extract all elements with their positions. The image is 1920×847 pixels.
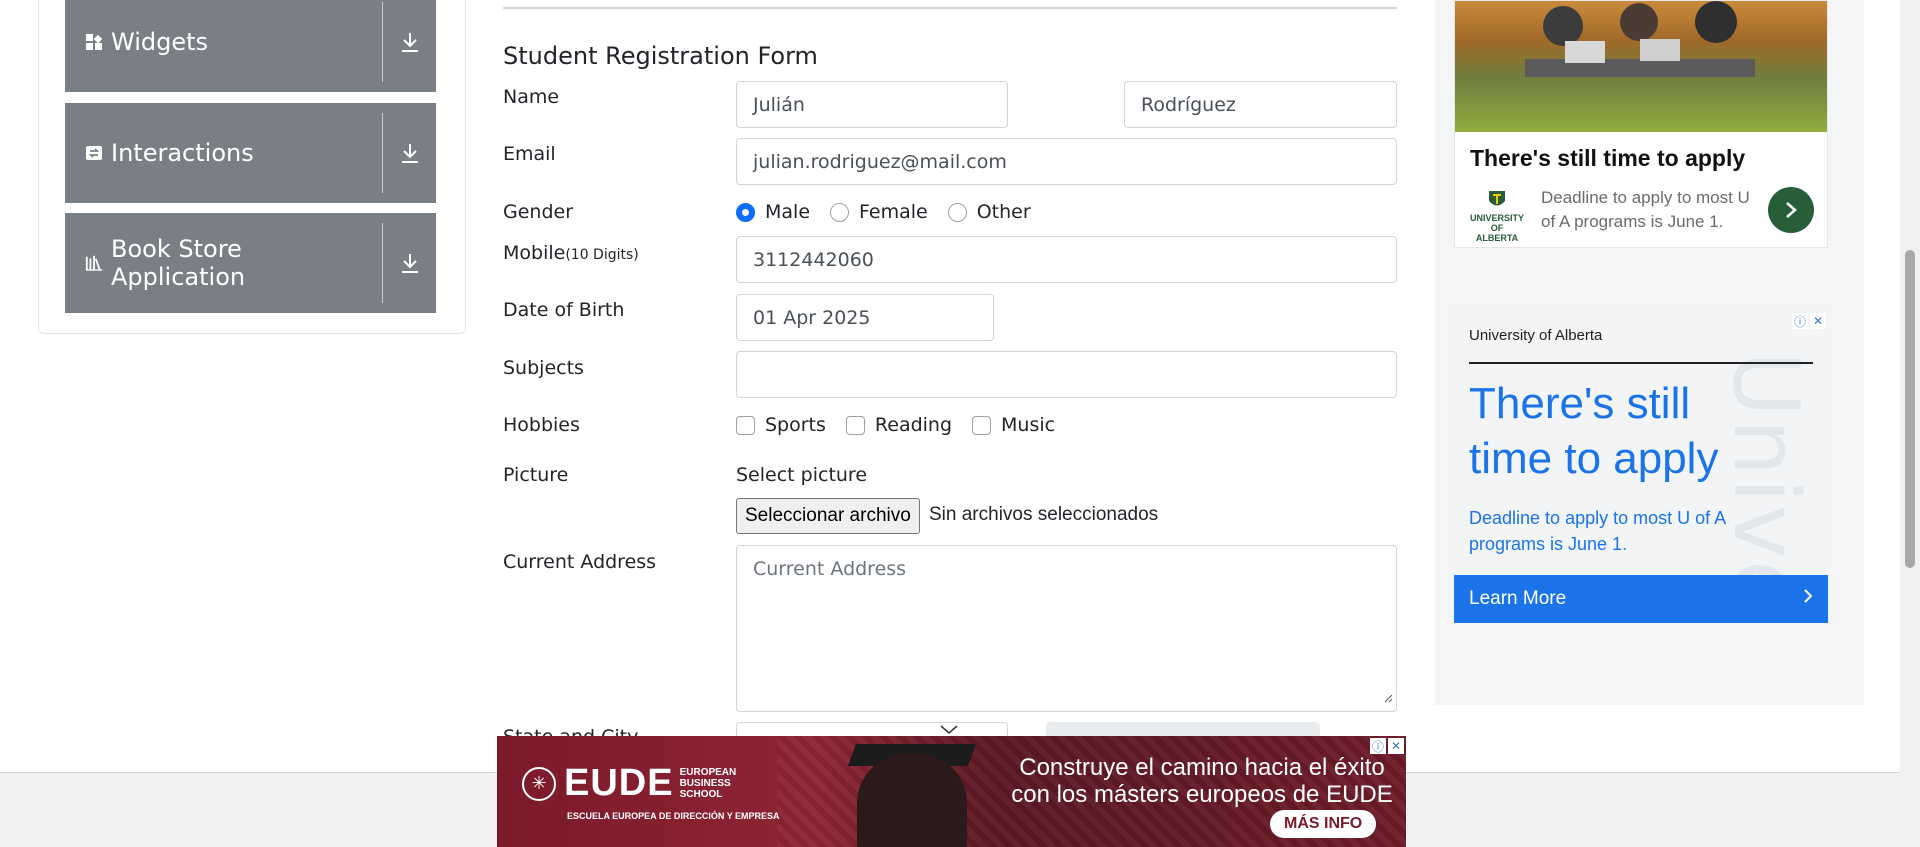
eude-wordmark: EUDE	[564, 762, 674, 804]
subjects-label: Subjects	[503, 357, 584, 379]
checkbox[interactable]	[972, 415, 992, 435]
eude-side-text: EUROPEAN BUSINESS SCHOOL	[679, 767, 737, 800]
ualberta-logo: UNIVERSITY OF ALBERTA	[1469, 189, 1525, 243]
hobby-option-label: Sports	[765, 414, 826, 436]
mobile-label: Mobile(10 Digits)	[503, 242, 639, 264]
bottom-banner-ad[interactable]: ✳ EUDE EUROPEAN BUSINESS SCHOOL ESCUELA …	[497, 736, 1406, 847]
mobile-label-text: Mobile	[503, 242, 566, 264]
ad-rule	[1469, 362, 1813, 364]
section-divider	[503, 7, 1397, 9]
ad-body: Deadline to apply to most U of A program…	[1541, 188, 1750, 231]
textarea-placeholder: Current Address	[753, 558, 907, 580]
sidebar-group-interactions[interactable]: Interactions	[65, 103, 436, 203]
ad-controls: ⓘ ✕	[1370, 738, 1404, 754]
ad-university-alberta-card[interactable]: There's still time to apply UNIVERSITY O…	[1454, 0, 1828, 248]
scrollbar-thumb[interactable]	[1905, 250, 1915, 568]
email-label: Email	[503, 143, 556, 165]
current-address-label: Current Address	[503, 551, 657, 573]
ad-university-alberta-display[interactable]: Unive University of Alberta There's stil…	[1454, 311, 1828, 623]
current-address-textarea[interactable]: Current Address	[736, 545, 1397, 712]
ad-close-icon[interactable]: ✕	[1388, 738, 1404, 754]
checkbox[interactable]	[736, 415, 755, 435]
choose-file-button[interactable]: Seleccionar archivo	[736, 498, 920, 534]
ad-info-icon[interactable]: ⓘ	[1370, 738, 1386, 754]
book-store-icon	[85, 254, 103, 272]
select-picture-text: Select picture	[736, 464, 868, 486]
ad-controls: ⓘ ✕	[1792, 313, 1826, 329]
gender-option-label: Female	[859, 201, 928, 223]
ad-next-button[interactable]	[1768, 187, 1814, 233]
gender-option-label: Male	[765, 201, 811, 223]
group-title[interactable]: Interactions	[65, 103, 382, 203]
banner-message: Construye el camino hacia el éxito con l…	[1011, 754, 1393, 808]
hobby-sports-option[interactable]: Sports	[736, 414, 826, 436]
hobby-option-label: Reading	[874, 414, 953, 436]
group-label: Widgets	[111, 28, 209, 56]
mobile-input[interactable]: 3112442060	[736, 236, 1397, 283]
email-input[interactable]: julian.rodriguez@mail.com	[736, 138, 1397, 185]
hobby-music-option[interactable]: Music	[972, 414, 1055, 436]
ad-headline[interactable]: There's still time to apply	[1470, 145, 1745, 172]
gender-options: Male Female Other	[736, 201, 1051, 223]
name-label: Name	[503, 86, 560, 108]
picture-label: Picture	[503, 464, 569, 486]
interactions-icon	[85, 144, 103, 162]
group-title[interactable]: Widgets	[65, 0, 382, 92]
gender-male-option[interactable]: Male	[736, 201, 810, 223]
eude-tagline: ESCUELA EUROPEA DE DIRECCIÓN Y EMPRESA	[567, 811, 780, 821]
mas-info-button[interactable]: MÁS INFO	[1270, 810, 1377, 838]
gender-label: Gender	[503, 201, 574, 223]
ad-close-icon[interactable]: ✕	[1810, 313, 1826, 329]
radio-button[interactable]	[830, 202, 850, 222]
download-icon[interactable]	[383, 103, 436, 203]
mobile-hint: (10 Digits)	[565, 247, 639, 263]
ad-headline[interactable]: There's still time to apply	[1469, 376, 1769, 486]
first-name-input[interactable]: Julián	[736, 81, 1008, 128]
eude-emblem-icon: ✳	[522, 766, 556, 801]
ad-info-icon[interactable]: ⓘ	[1792, 313, 1808, 329]
ad-body: Deadline to apply to most U of A program…	[1469, 508, 1726, 554]
group-label: Book Store Application	[111, 235, 246, 291]
hobbies-label: Hobbies	[503, 414, 580, 436]
gender-option-label: Other	[976, 201, 1031, 223]
sidebar-group-widgets[interactable]: Widgets	[65, 0, 436, 92]
ad-brand: University of Alberta	[1469, 327, 1603, 344]
hobby-option-label: Music	[1001, 414, 1056, 436]
group-title[interactable]: Book Store Application	[65, 213, 382, 313]
download-icon[interactable]	[383, 213, 436, 313]
download-icon[interactable]	[383, 0, 436, 92]
radio-button[interactable]	[947, 202, 967, 222]
group-label: Interactions	[111, 139, 254, 167]
gender-other-option[interactable]: Other	[947, 201, 1031, 223]
hobby-reading-option[interactable]: Reading	[845, 414, 953, 436]
subjects-input[interactable]	[736, 351, 1397, 398]
last-name-input[interactable]: Rodríguez	[1124, 81, 1397, 128]
checkbox[interactable]	[845, 415, 865, 435]
ad-photo	[1455, 1, 1827, 132]
ad-logo-text: UNIVERSITY OF ALBERTA	[1469, 213, 1524, 243]
radio-button[interactable]	[736, 202, 755, 222]
learn-more-label: Learn More	[1469, 588, 1567, 609]
resize-grip-icon[interactable]	[1383, 686, 1393, 708]
hobbies-options: Sports Reading Music	[736, 414, 1075, 436]
file-status-text: Sin archivos seleccionados	[929, 504, 1159, 525]
widgets-icon	[85, 33, 103, 51]
graduate-figure	[857, 754, 967, 847]
sidebar-group-book-store[interactable]: Book Store Application	[65, 213, 436, 313]
gender-female-option[interactable]: Female	[830, 201, 928, 223]
form-title: Student Registration Form	[503, 42, 818, 70]
dob-label: Date of Birth	[503, 299, 625, 321]
learn-more-button[interactable]: Learn More	[1454, 575, 1828, 623]
date-of-birth-input[interactable]: 01 Apr 2025	[736, 294, 994, 341]
eude-logo: ✳ EUDE EUROPEAN BUSINESS SCHOOL	[522, 762, 750, 805]
chevron-right-icon	[1803, 588, 1813, 610]
